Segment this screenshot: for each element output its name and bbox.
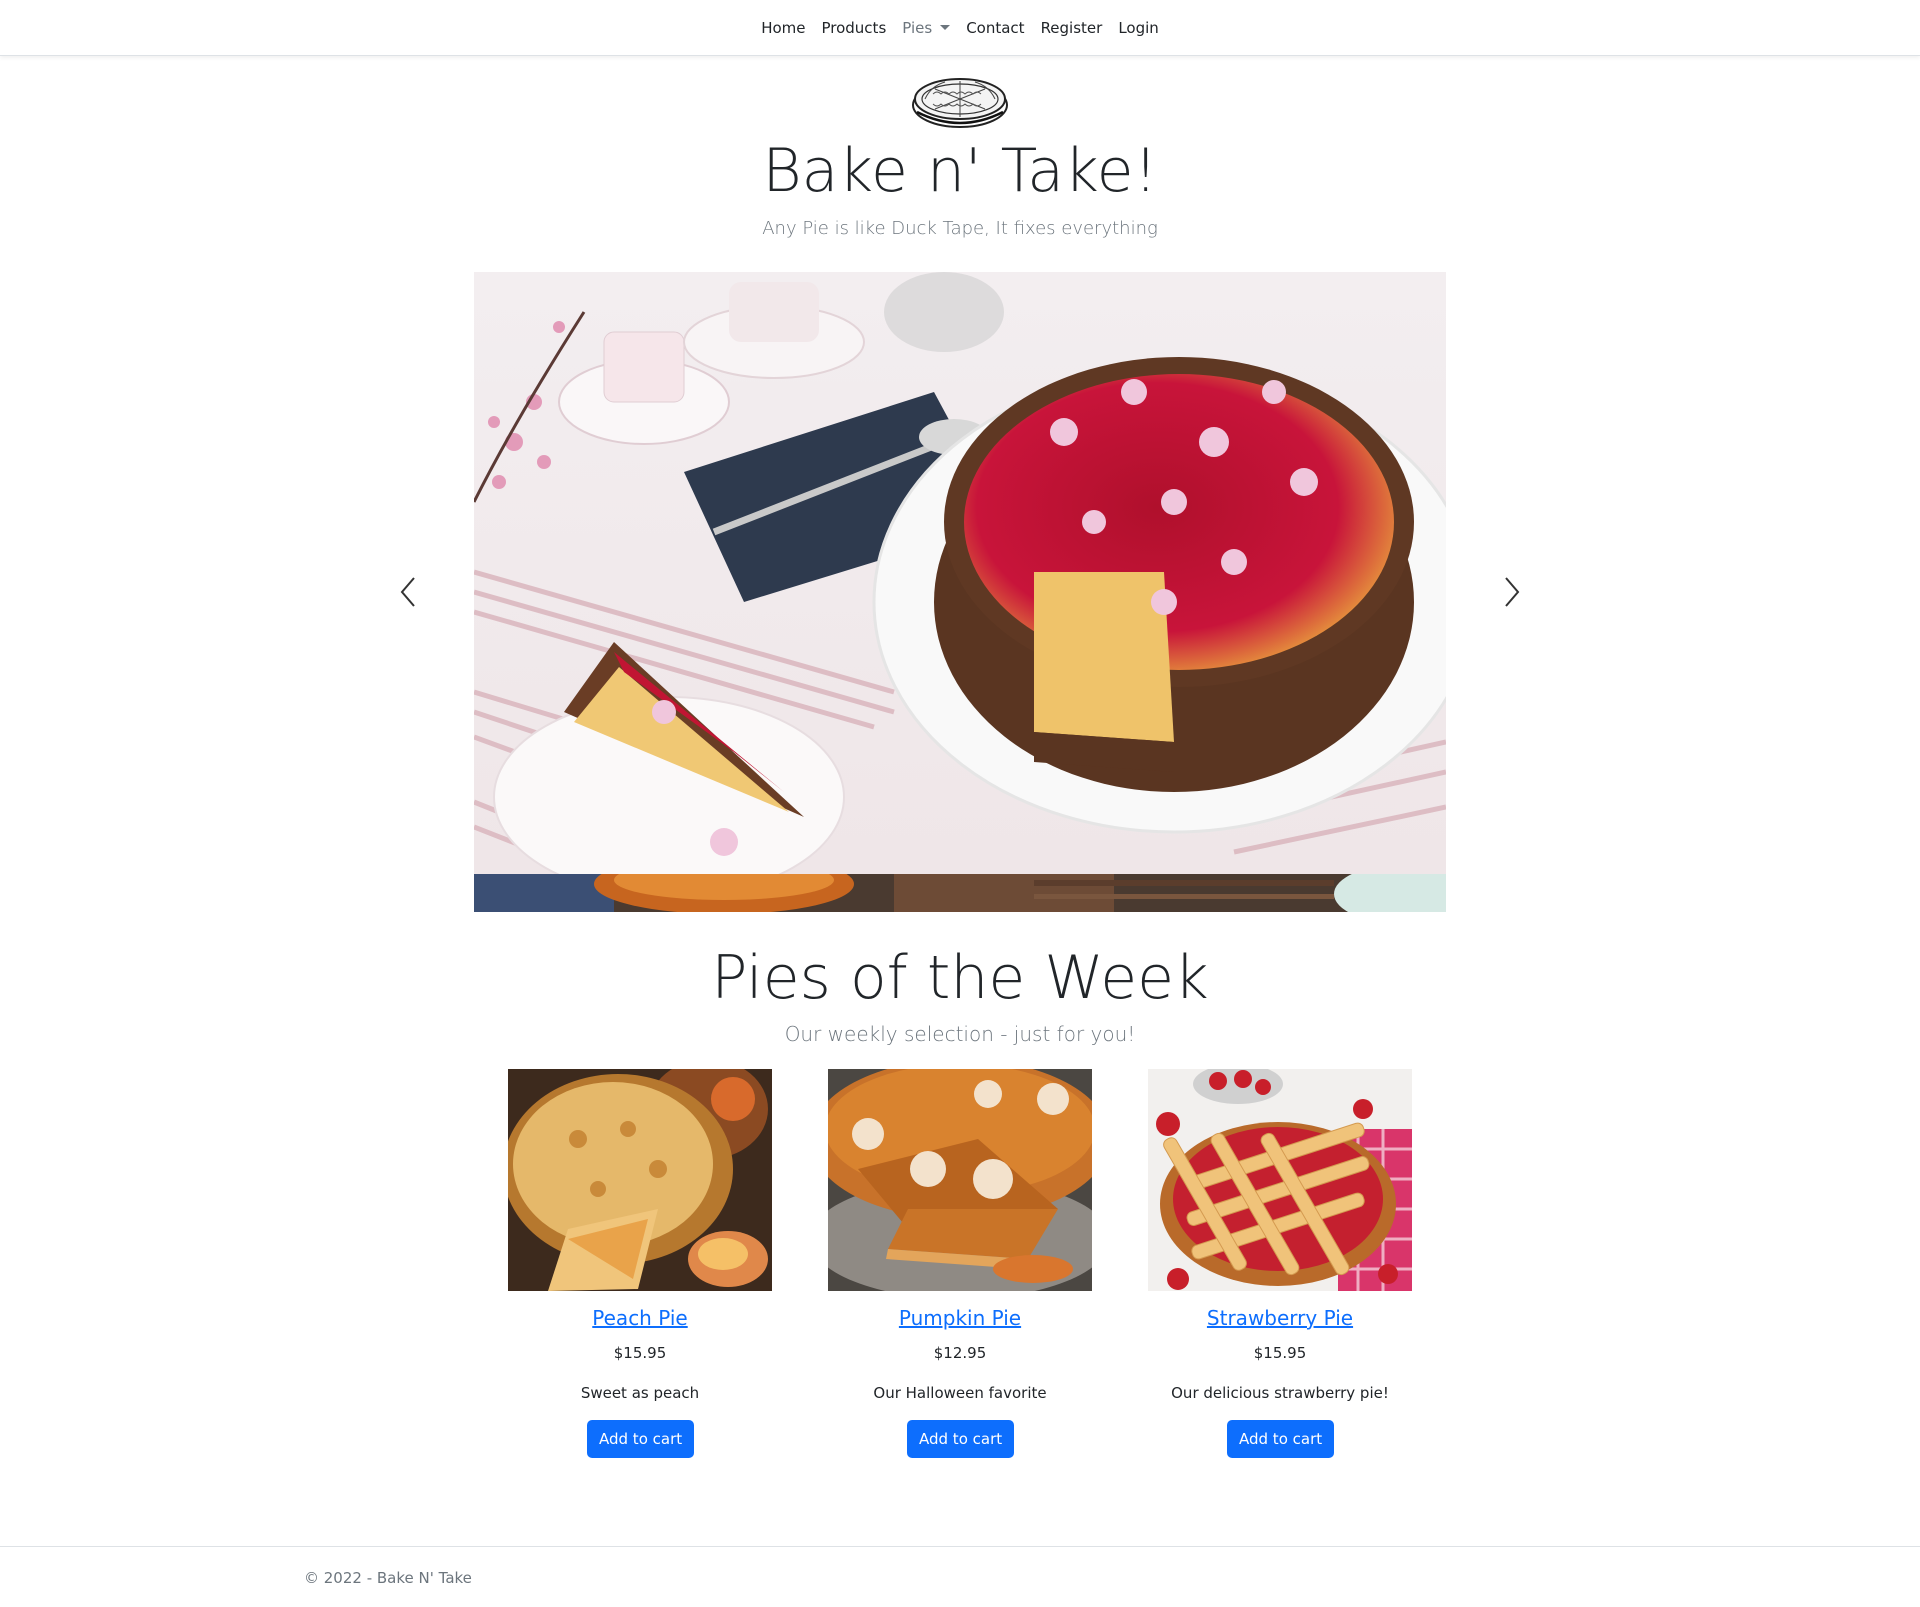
carousel-prev-button[interactable] (394, 572, 424, 612)
nav-menu: Home Products Pies Contact Register Logi… (0, 17, 1920, 39)
pie-price: $12.95 (933, 1344, 987, 1362)
add-to-cart-button[interactable]: Add to cart (1227, 1420, 1335, 1458)
add-to-cart-button[interactable]: Add to cart (587, 1420, 695, 1458)
footer-copyright: © 2022 - Bake N' Take (304, 1569, 472, 1587)
strawberry-pie-image[interactable] (1148, 1069, 1412, 1291)
nav-products[interactable]: Products (813, 17, 894, 39)
carousel-slide-cheesecake (474, 272, 1446, 874)
pie-name-link[interactable]: Pumpkin Pie (828, 1304, 1092, 1332)
pie-card-peach: Peach Pie $15.95 Sweet as peach Add to c… (508, 1069, 772, 1469)
pie-description: Our delicious strawberry pie! (1171, 1384, 1389, 1402)
nav-contact[interactable]: Contact (958, 17, 1032, 39)
nav-register[interactable]: Register (1033, 17, 1111, 39)
pie-name-link[interactable]: Strawberry Pie (1148, 1304, 1412, 1332)
pie-name-link[interactable]: Peach Pie (508, 1304, 772, 1332)
add-to-cart-button[interactable]: Add to cart (907, 1420, 1015, 1458)
pie-card-strawberry: Strawberry Pie $15.95 Our delicious stra… (1148, 1069, 1412, 1469)
pie-price: $15.95 (1253, 1344, 1307, 1362)
carousel-next-button[interactable] (1496, 572, 1526, 612)
nav-pies-dropdown[interactable]: Pies (894, 17, 958, 39)
hero-carousel (474, 272, 1446, 912)
pie-card-pumpkin: Pumpkin Pie $12.95 Our Halloween favorit… (828, 1069, 1092, 1469)
pies-section-subtitle: Our weekly selection - just for you! (784, 1022, 1136, 1046)
carousel-slide-next-preview (474, 874, 1446, 912)
page-footer: © 2022 - Bake N' Take (0, 1546, 1920, 1607)
chevron-left-icon (400, 577, 415, 607)
pie-logo (912, 78, 1008, 128)
site-title: Bake n' Take! (762, 136, 1158, 206)
caret-down-icon (940, 25, 951, 30)
pies-section-title: Pies of the Week (711, 943, 1209, 1013)
pie-description: Sweet as peach (580, 1384, 700, 1402)
pie-description: Our Halloween favorite (873, 1384, 1047, 1402)
chevron-right-icon (1505, 577, 1520, 607)
site-tagline: Any Pie is like Duck Tape, It fixes ever… (762, 218, 1158, 239)
pie-price: $15.95 (613, 1344, 667, 1362)
pumpkin-pie-image[interactable] (828, 1069, 1092, 1291)
nav-pies-label: Pies (902, 19, 933, 37)
top-navbar: Home Products Pies Contact Register Logi… (0, 0, 1920, 56)
nav-home[interactable]: Home (753, 17, 813, 39)
nav-login[interactable]: Login (1110, 17, 1166, 39)
peach-pie-image[interactable] (508, 1069, 772, 1291)
